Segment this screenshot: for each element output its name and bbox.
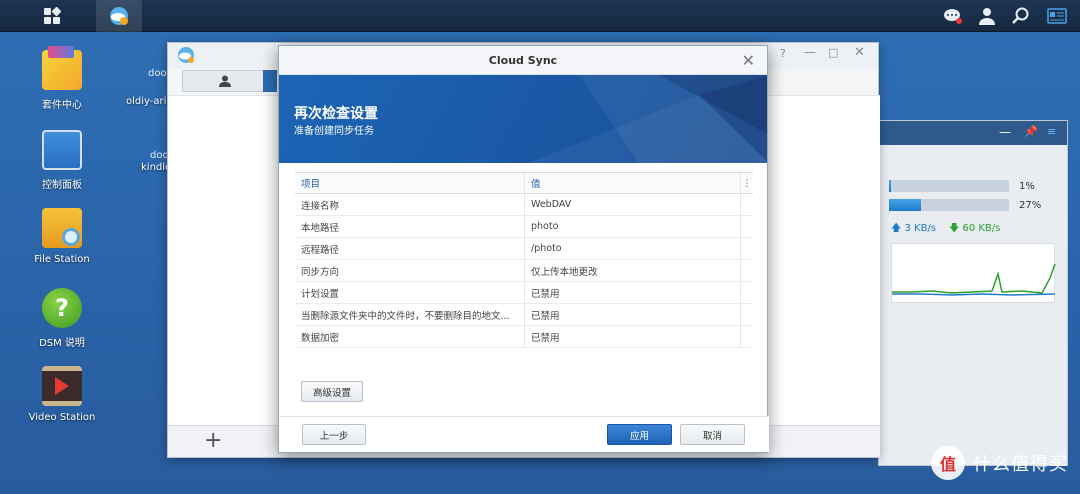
table-row: 当删除源文件夹中的文件时，不要删除目的地文... 已禁用	[295, 304, 753, 326]
resource-monitor-widget: — 📌 ≡ 1% 27% 🡅 3 KB/s 🡇 60 KB/s	[878, 120, 1068, 466]
dialog-banner: 再次检查设置 准备创建同步任务	[279, 75, 767, 163]
table-row: 计划设置 已禁用	[295, 282, 753, 304]
taskbar-cloud-sync-button[interactable]	[96, 0, 142, 32]
download-speed: 🡇 60 KB/s	[949, 221, 1000, 238]
banner-subtitle: 准备创建同步任务	[294, 126, 374, 137]
close-icon[interactable]: ✕	[742, 51, 755, 70]
desktop-icon-label: 套件中心	[42, 100, 82, 111]
notifications-button[interactable]	[936, 0, 970, 32]
watermark-text: 什么值得买	[973, 454, 1068, 475]
row-value: /photo	[525, 238, 741, 259]
cancel-button[interactable]: 取消	[680, 424, 745, 445]
dialog-title: Cloud Sync	[488, 53, 558, 67]
file-station-icon	[42, 208, 82, 248]
grid-icon	[44, 7, 61, 24]
desktop-icon-label: Video Station	[28, 412, 96, 423]
user-icon	[979, 8, 995, 25]
banner-title: 再次检查设置	[294, 106, 378, 122]
column-header-item[interactable]: 项目	[295, 173, 525, 193]
tab-users[interactable]	[182, 70, 268, 92]
table-row: 远程路径 /photo	[295, 238, 753, 260]
row-item: 数据加密	[295, 326, 525, 347]
column-header-value[interactable]: 值	[525, 173, 741, 193]
package-center-icon	[42, 46, 82, 90]
search-button[interactable]	[1004, 0, 1038, 32]
desktop-icon-video-station[interactable]: Video Station	[17, 366, 107, 423]
widget-header: — 📌 ≡	[879, 121, 1067, 145]
ram-percent: 27%	[1019, 199, 1042, 211]
row-item: 计划设置	[295, 282, 525, 303]
download-arrow-icon: 🡇	[949, 223, 960, 234]
row-value: WebDAV	[525, 194, 741, 215]
desktop-icon-package-center[interactable]: 套件中心	[17, 46, 107, 111]
cpu-bar-fill	[889, 180, 891, 192]
pin-icon[interactable]: 📌	[1024, 125, 1038, 138]
settings-table: 项目 值 ⋮ 连接名称 WebDAV 本地路径 photo 远程路径 /phot…	[295, 172, 753, 348]
add-icon[interactable]: +	[204, 428, 222, 453]
chat-icon	[944, 9, 962, 24]
cloud-sync-icon	[110, 7, 128, 25]
help-icon: ?	[42, 288, 82, 328]
row-value: photo	[525, 216, 741, 237]
widgets-button[interactable]	[1040, 0, 1074, 32]
cpu-percent: 1%	[1019, 180, 1035, 192]
row-value: 已禁用	[525, 304, 741, 325]
back-button[interactable]: 上一步	[302, 424, 366, 445]
review-settings-dialog: Cloud Sync ✕ 再次检查设置 准备创建同步任务 项目 值 ⋮ 连接名称…	[278, 45, 769, 453]
search-icon	[1012, 7, 1029, 24]
row-item: 本地路径	[295, 216, 525, 237]
control-panel-icon	[42, 130, 82, 170]
apply-button[interactable]: 应用	[607, 424, 672, 445]
desktop-icon-control-panel[interactable]: 控制面板	[17, 130, 107, 191]
dialog-footer: 上一步 应用 取消	[279, 416, 769, 452]
video-station-icon	[42, 366, 82, 406]
user-icon	[219, 75, 231, 87]
settings-icon[interactable]: ≡	[1047, 125, 1056, 138]
cpu-usage-row: 1%	[889, 180, 1035, 192]
cpu-bar	[889, 180, 1009, 192]
column-menu-icon[interactable]: ⋮	[741, 173, 753, 193]
ram-bar-fill	[889, 199, 922, 211]
upload-speed: 🡅 3 KB/s	[891, 221, 936, 238]
dialog-titlebar: Cloud Sync ✕	[279, 46, 767, 75]
ram-bar	[889, 199, 1009, 211]
table-row: 同步方向 仅上传本地更改	[295, 260, 753, 282]
table-row: 数据加密 已禁用	[295, 326, 753, 348]
desktop-icon-label: DSM 说明	[39, 338, 85, 349]
watermark: 值 什么值得买	[931, 446, 1068, 480]
cloud-sync-icon	[178, 47, 194, 63]
row-value: 已禁用	[525, 326, 741, 347]
network-graph	[891, 243, 1056, 303]
desktop-icon-label: 控制面板	[42, 180, 82, 191]
upload-arrow-icon: 🡅	[891, 223, 902, 234]
tab-selected-indicator	[263, 70, 277, 92]
user-button[interactable]	[970, 0, 1004, 32]
row-item: 远程路径	[295, 238, 525, 259]
widgets-icon	[1047, 8, 1067, 24]
ram-usage-row: 27%	[889, 199, 1041, 211]
row-value: 仅上传本地更改	[525, 260, 741, 281]
main-menu-button[interactable]	[26, 0, 78, 32]
upload-value: 3 KB/s	[904, 223, 937, 234]
taskbar	[0, 0, 1080, 32]
table-row: 连接名称 WebDAV	[295, 194, 753, 216]
desktop-icon-help[interactable]: ? DSM 说明	[17, 288, 107, 349]
advanced-settings-button[interactable]: 高级设置	[301, 381, 363, 402]
row-item: 连接名称	[295, 194, 525, 215]
minimize-icon[interactable]: —	[999, 125, 1011, 139]
row-value: 已禁用	[525, 282, 741, 303]
desktop-icon-label: File Station	[34, 254, 90, 265]
desktop-icon-file-station[interactable]: File Station	[17, 208, 107, 265]
minimize-icon[interactable]: —	[804, 45, 816, 59]
watermark-logo: 值	[931, 446, 965, 480]
help-icon[interactable]: ?	[780, 47, 786, 60]
maximize-icon[interactable]: □	[828, 46, 838, 59]
download-value: 60 KB/s	[962, 223, 1001, 234]
row-item: 同步方向	[295, 260, 525, 281]
row-item: 当删除源文件夹中的文件时，不要删除目的地文...	[295, 304, 525, 325]
table-header: 项目 值 ⋮	[295, 172, 753, 194]
table-row: 本地路径 photo	[295, 216, 753, 238]
close-icon[interactable]: ✕	[854, 45, 865, 60]
